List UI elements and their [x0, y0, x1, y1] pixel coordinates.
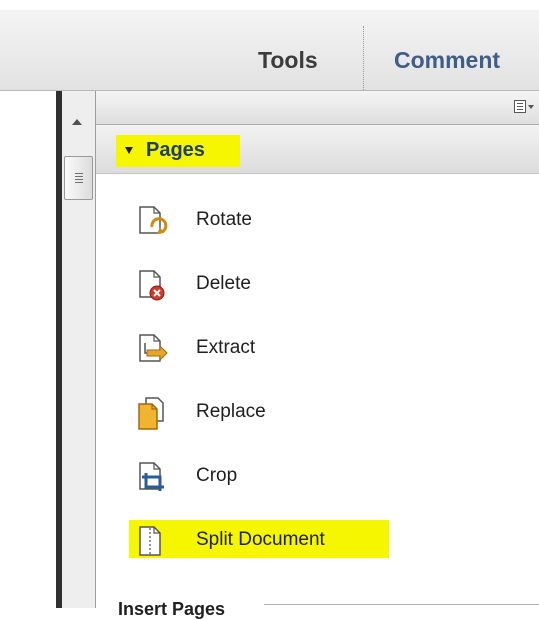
replace-page-icon [138, 397, 164, 430]
split-document-icon [139, 526, 161, 556]
tool-item-split-document[interactable]: Split Document [96, 517, 539, 563]
tool-label-replace: Replace [196, 401, 266, 422]
comment-button[interactable]: Comment [394, 46, 500, 74]
scroll-thumb[interactable] [64, 156, 93, 200]
tool-label-extract: Extract [196, 337, 256, 358]
delete-page-icon [139, 270, 165, 301]
crop-page-icon [139, 462, 164, 491]
tool-item-crop[interactable]: Crop [96, 453, 539, 499]
vertical-scrollbar[interactable] [62, 91, 96, 608]
top-toolbar: Tools Comment [0, 10, 539, 91]
tool-item-rotate[interactable]: Rotate [96, 197, 539, 243]
panel-options-arrow-icon[interactable] [528, 105, 534, 109]
thumb-grip-line [75, 179, 83, 180]
pages-section-title: Pages [146, 139, 205, 161]
collapse-triangle-icon[interactable] [125, 147, 133, 154]
insert-pages-section-title[interactable]: Insert Pages [118, 598, 225, 620]
panel-options-icon[interactable] [514, 100, 526, 113]
rotate-page-icon [139, 206, 168, 234]
top-strip [0, 0, 539, 10]
thumb-grip-line [75, 176, 83, 177]
tool-label-rotate: Rotate [196, 209, 252, 230]
tools-button[interactable]: Tools [258, 46, 318, 74]
extract-page-icon [139, 334, 168, 362]
tool-label-crop: Crop [196, 465, 238, 486]
tool-item-delete[interactable]: Delete [96, 261, 539, 307]
panel-topbar [96, 91, 539, 125]
toolbar-divider [363, 26, 364, 90]
tool-item-replace[interactable]: Replace [96, 389, 539, 435]
scroll-up-arrow-icon[interactable] [72, 119, 82, 125]
tool-item-extract[interactable]: Extract [96, 325, 539, 371]
thumb-grip-line [75, 173, 83, 174]
pages-section-header[interactable]: Pages [96, 125, 539, 174]
section-divider [264, 604, 539, 605]
thumb-grip-line [75, 182, 83, 183]
tool-label-delete: Delete [196, 273, 251, 294]
document-area [0, 91, 56, 608]
tools-panel: Pages Rotate Delete Extract Replace Crop… [96, 91, 539, 619]
tool-label-split-document: Split Document [196, 529, 325, 550]
